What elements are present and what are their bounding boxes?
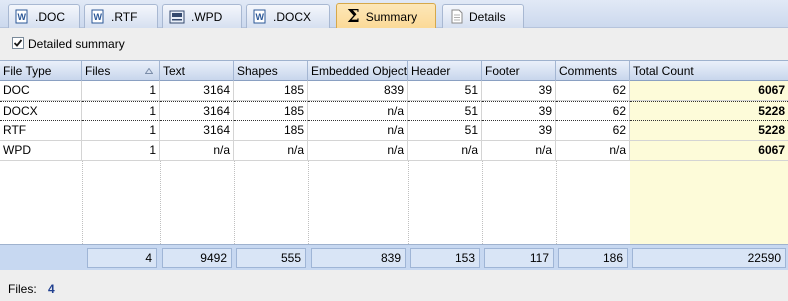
- tab-details[interactable]: Details: [442, 4, 524, 28]
- column-divider: [556, 161, 557, 244]
- svg-text:W: W: [94, 12, 103, 22]
- column-divider: [408, 161, 409, 244]
- totals-row: 4 9492 555 839 153 117 186 22590: [0, 244, 788, 270]
- column-divider: [482, 161, 483, 244]
- cell-footer: n/a: [482, 141, 556, 161]
- tab-bar: W .DOC W .RTF .WPD W .DOCX Σ Summary Det…: [0, 0, 788, 29]
- column-header-text[interactable]: Text: [160, 61, 234, 81]
- cell-total-count: 6067: [630, 81, 788, 101]
- sigma-icon: Σ: [347, 5, 360, 27]
- cell-total-count: 5228: [630, 101, 788, 121]
- cell-footer: 39: [482, 81, 556, 101]
- tab-label: Summary: [365, 9, 418, 24]
- total-count: 22590: [632, 248, 786, 268]
- table-row[interactable]: WPD 1 n/a n/a n/a n/a n/a n/a 6067: [0, 141, 788, 161]
- column-header-header[interactable]: Header: [408, 61, 482, 81]
- total-comments: 186: [558, 248, 628, 268]
- cell-comments: 62: [556, 81, 630, 101]
- column-header-footer[interactable]: Footer: [482, 61, 556, 81]
- cell-shapes: n/a: [234, 141, 308, 161]
- column-header-comments[interactable]: Comments: [556, 61, 630, 81]
- tab-docx[interactable]: W .DOCX: [246, 4, 330, 28]
- cell-embedded-objects: n/a: [308, 141, 408, 161]
- tab-label: .DOC: [35, 9, 65, 24]
- cell-shapes: 185: [234, 121, 308, 141]
- cell-embedded-objects: 839: [308, 81, 408, 101]
- word-doc-icon: W: [15, 9, 29, 24]
- cell-footer: 39: [482, 101, 556, 121]
- files-count-value: 4: [48, 282, 55, 296]
- cell-comments: n/a: [556, 141, 630, 161]
- column-divider: [160, 161, 161, 244]
- document-icon: [451, 9, 463, 24]
- cell-header: 51: [408, 101, 482, 121]
- status-bar: Files: 4: [0, 270, 788, 301]
- tab-label: Details: [469, 9, 506, 24]
- cell-text: 3164: [160, 81, 234, 101]
- tab-wpd[interactable]: .WPD: [162, 4, 242, 28]
- total-files: 4: [87, 248, 157, 268]
- cell-file-type: DOC: [0, 81, 82, 101]
- cell-shapes: 185: [234, 101, 308, 121]
- files-count-label: Files:: [8, 282, 37, 296]
- cell-header: 51: [408, 81, 482, 101]
- cell-files: 1: [82, 81, 160, 101]
- sort-ascending-icon: [145, 68, 153, 74]
- cell-total-count: 6067: [630, 141, 788, 161]
- column-header-files[interactable]: Files: [82, 61, 160, 81]
- column-header-shapes[interactable]: Shapes: [234, 61, 308, 81]
- svg-text:W: W: [256, 12, 265, 22]
- table-row[interactable]: DOC 1 3164 185 839 51 39 62 6067: [0, 81, 788, 101]
- cell-shapes: 185: [234, 81, 308, 101]
- tab-label: .DOCX: [273, 9, 312, 24]
- total-header: 153: [410, 248, 480, 268]
- total-shapes: 555: [236, 248, 306, 268]
- tab-label: .WPD: [191, 9, 223, 24]
- cell-files: 1: [82, 121, 160, 141]
- total-footer: 117: [484, 248, 554, 268]
- word-doc-icon: W: [253, 9, 267, 24]
- column-header-label: Files: [85, 64, 111, 78]
- cell-files: 1: [82, 141, 160, 161]
- checkmark-icon: [13, 39, 23, 47]
- tab-doc[interactable]: W .DOC: [8, 4, 80, 28]
- column-header-total-count[interactable]: Total Count: [630, 61, 788, 81]
- column-divider: [308, 161, 309, 244]
- cell-file-type: RTF: [0, 121, 82, 141]
- tab-rtf[interactable]: W .RTF: [84, 4, 158, 28]
- cell-text: 3164: [160, 121, 234, 141]
- total-column-fill: [630, 161, 788, 244]
- cell-header: 51: [408, 121, 482, 141]
- cell-comments: 62: [556, 101, 630, 121]
- column-divider: [82, 161, 83, 244]
- wpd-doc-icon: [169, 10, 185, 24]
- options-bar: Detailed summary: [0, 28, 788, 60]
- cell-text: n/a: [160, 141, 234, 161]
- table-header: File Type Files Text Shapes Embedded Obj…: [0, 61, 788, 81]
- svg-text:W: W: [18, 12, 27, 22]
- column-divider: [234, 161, 235, 244]
- word-doc-icon: W: [91, 9, 105, 24]
- total-text: 9492: [162, 248, 232, 268]
- cell-text: 3164: [160, 101, 234, 121]
- detailed-summary-label: Detailed summary: [28, 37, 125, 51]
- cell-embedded-objects: n/a: [308, 101, 408, 121]
- cell-file-type: DOCX: [0, 101, 82, 121]
- table-row[interactable]: RTF 1 3164 185 n/a 51 39 62 5228: [0, 121, 788, 141]
- cell-embedded-objects: n/a: [308, 121, 408, 141]
- detailed-summary-checkbox[interactable]: [12, 37, 24, 49]
- total-embedded-objects: 839: [311, 248, 406, 268]
- summary-table: File Type Files Text Shapes Embedded Obj…: [0, 60, 788, 270]
- table-row[interactable]: DOCX 1 3164 185 n/a 51 39 62 5228: [0, 101, 788, 121]
- cell-total-count: 5228: [630, 121, 788, 141]
- cell-files: 1: [82, 101, 160, 121]
- tab-label: .RTF: [111, 9, 138, 24]
- column-header-file-type[interactable]: File Type: [0, 61, 82, 81]
- cell-header: n/a: [408, 141, 482, 161]
- column-header-embedded-objects[interactable]: Embedded Objects: [308, 61, 408, 81]
- tab-summary[interactable]: Σ Summary: [336, 3, 436, 29]
- cell-comments: 62: [556, 121, 630, 141]
- cell-footer: 39: [482, 121, 556, 141]
- cell-file-type: WPD: [0, 141, 82, 161]
